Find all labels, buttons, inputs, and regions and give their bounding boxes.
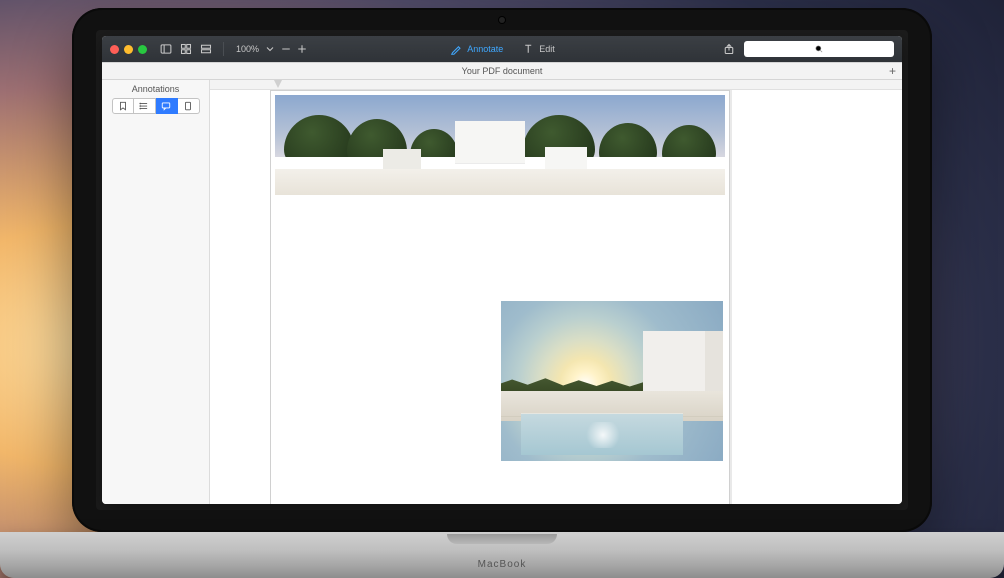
document-image-bottom[interactable] <box>501 301 723 461</box>
center-toolbar: Annotate Edit <box>449 42 555 56</box>
sidebar-tabs <box>102 96 209 118</box>
document-tab[interactable]: Your PDF document <box>462 66 543 76</box>
app-window: 100% Annotat <box>102 36 902 504</box>
edit-button[interactable]: Edit <box>521 42 555 56</box>
document-tab-bar: Your PDF document + <box>102 62 902 80</box>
thumbnails-view-icon[interactable] <box>179 42 193 56</box>
toolbar-divider <box>223 42 224 56</box>
new-tab-button[interactable]: + <box>889 64 896 78</box>
ruler-indent-marker[interactable] <box>274 80 282 88</box>
window-controls <box>110 45 147 54</box>
share-icon[interactable] <box>722 42 736 56</box>
zoom-in-button[interactable] <box>295 42 309 56</box>
close-button[interactable] <box>110 45 119 54</box>
annotate-icon <box>449 42 463 56</box>
laptop-screen: 100% Annotat <box>96 30 908 510</box>
search-input[interactable] <box>744 41 894 57</box>
edit-label: Edit <box>539 44 555 54</box>
zoom-control: 100% <box>234 42 309 56</box>
titlebar: 100% Annotat <box>102 36 902 62</box>
laptop-frame: 100% Annotat <box>72 8 932 532</box>
document-image-top[interactable] <box>275 95 725 195</box>
document-viewport[interactable] <box>210 80 902 504</box>
laptop-brand: MacBook <box>478 559 527 570</box>
chevron-down-icon[interactable] <box>263 42 277 56</box>
outline-icon[interactable] <box>134 98 156 114</box>
right-toolbar <box>722 41 894 57</box>
document-page[interactable] <box>270 90 730 504</box>
view-mode-icon[interactable] <box>199 42 213 56</box>
sidebar-title: Annotations <box>102 80 209 96</box>
sidebar: Annotations <box>102 80 210 504</box>
laptop-base: MacBook <box>0 532 1004 578</box>
sidebar-body <box>102 118 209 504</box>
annotations-icon[interactable] <box>156 98 178 114</box>
search-icon <box>814 44 824 54</box>
annotate-label: Annotate <box>467 44 503 54</box>
sidebar-toggle-icon[interactable] <box>159 42 173 56</box>
maximize-button[interactable] <box>138 45 147 54</box>
ruler <box>210 80 902 90</box>
content-area: Annotations <box>102 80 902 504</box>
minimize-button[interactable] <box>124 45 133 54</box>
bookmark-icon[interactable] <box>112 98 134 114</box>
laptop-notch <box>447 534 557 544</box>
zoom-value[interactable]: 100% <box>234 44 261 54</box>
annotate-button[interactable]: Annotate <box>449 42 503 56</box>
zoom-out-button[interactable] <box>279 42 293 56</box>
edit-text-icon <box>521 42 535 56</box>
thumbnails-icon[interactable] <box>178 98 200 114</box>
